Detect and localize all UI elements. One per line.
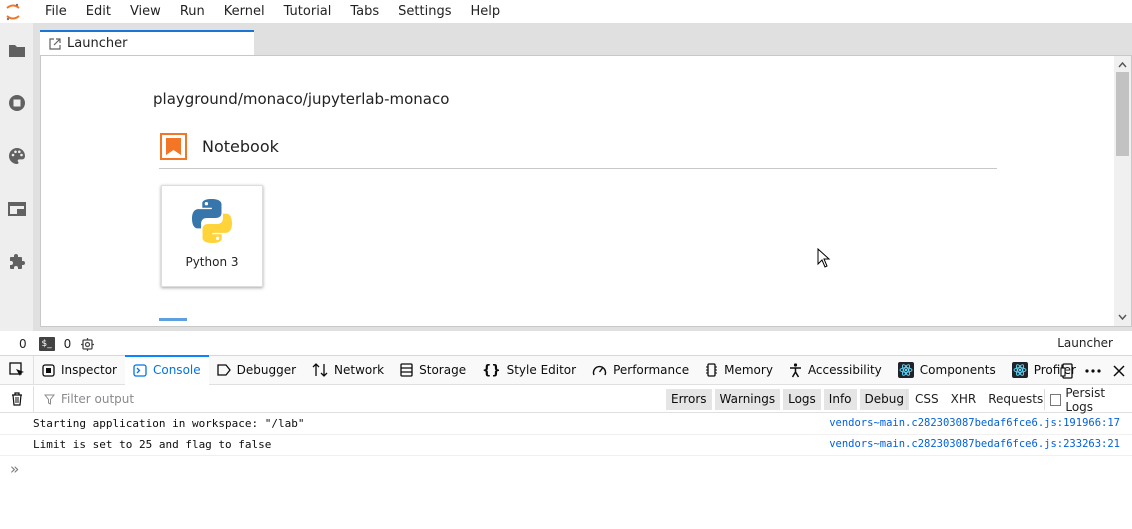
devtools-toolbar-end — [1054, 356, 1132, 385]
terminal-icon[interactable]: $_ — [38, 337, 55, 351]
scrollbar-thumb[interactable] — [1116, 72, 1129, 156]
python-logo-icon — [192, 199, 232, 243]
filter-css[interactable]: CSS — [909, 389, 945, 410]
filter-errors[interactable]: Errors — [666, 389, 712, 410]
tab-label: Launcher — [67, 36, 128, 51]
kernel-card-label: Python 3 — [185, 255, 239, 269]
menu-run[interactable]: Run — [170, 0, 214, 23]
menubar: File Edit View Run Kernel Tutorial Tabs … — [0, 0, 1132, 23]
launch-icon — [49, 37, 61, 50]
menu-settings[interactable]: Settings — [388, 0, 460, 23]
category-filters: CSS XHR Requests — [906, 389, 1049, 410]
tab-memory[interactable]: Memory — [697, 356, 781, 385]
tab-debugger[interactable]: Debugger — [209, 356, 304, 385]
react-profiler-icon — [1011, 362, 1028, 378]
storage-icon — [400, 363, 413, 377]
filter-requests[interactable]: Requests — [982, 389, 1049, 410]
tab-inspector[interactable]: Inspector — [34, 356, 125, 385]
tab-console[interactable]: Console — [124, 354, 209, 385]
launcher-cwd: playground/monaco/jupyterlab-monaco — [153, 90, 450, 108]
more-options-icon[interactable] — [1080, 356, 1106, 385]
status-current-activity: Launcher — [1057, 336, 1113, 350]
persist-logs-toggle[interactable]: Persist Logs — [1044, 386, 1132, 414]
console-icon — [133, 363, 147, 377]
filter-debug[interactable]: Debug — [859, 389, 909, 410]
folder-icon[interactable] — [7, 40, 27, 60]
notebook-icon — [160, 133, 187, 160]
message-source-link[interactable]: vendors~main.c282303087bedaf6fce6.js:191… — [829, 417, 1120, 429]
section-divider — [159, 168, 997, 169]
menu-tutorial[interactable]: Tutorial — [274, 0, 341, 23]
message-source-link[interactable]: vendors~main.c282303087bedaf6fce6.js:233… — [829, 438, 1120, 450]
devtools-toolbar: Inspector Console Debugger Network Stora… — [0, 354, 1132, 385]
filter-icon — [44, 394, 55, 405]
memory-icon — [706, 363, 718, 377]
responsive-design-icon[interactable] — [1054, 356, 1080, 385]
console-input-prompt[interactable]: » — [10, 460, 19, 478]
element-picker-icon[interactable] — [0, 355, 34, 385]
main-dock-area: Launcher playground/monaco/jupyterlab-mo… — [33, 23, 1132, 331]
devtools-panel: Inspector Console Debugger Network Stora… — [0, 354, 1132, 529]
performance-icon — [592, 365, 607, 375]
react-components-icon — [897, 362, 914, 378]
status-bar: 0 $_ 0 Launcher — [0, 334, 1132, 354]
menu-kernel[interactable]: Kernel — [214, 0, 274, 23]
status-count[interactable]: 0 — [19, 337, 27, 351]
vertical-scrollbar[interactable] — [1114, 56, 1131, 326]
style-editor-icon: {} — [482, 362, 501, 378]
extension-icon[interactable] — [7, 252, 27, 272]
menu-tabs[interactable]: Tabs — [340, 0, 388, 23]
persist-logs-checkbox[interactable] — [1050, 393, 1062, 406]
filter-logs[interactable]: Logs — [783, 389, 821, 410]
tabs-icon[interactable] — [7, 199, 27, 219]
scroll-down-icon[interactable] — [1118, 313, 1127, 322]
scroll-up-icon[interactable] — [1118, 60, 1127, 69]
filter-output-input[interactable]: Filter output — [44, 392, 134, 406]
filter-xhr[interactable]: XHR — [945, 389, 983, 410]
console-message: Limit is set to 25 and flag to false ven… — [0, 435, 1132, 456]
tab-network[interactable]: Network — [304, 356, 392, 385]
network-icon — [312, 363, 328, 377]
next-section-icon — [159, 318, 187, 321]
app-root: File Edit View Run Kernel Tutorial Tabs … — [0, 0, 1132, 529]
left-sidebar — [0, 23, 33, 331]
log-level-filters: Errors Warnings Logs Info Debug — [666, 389, 912, 410]
kernel-status-icon[interactable] — [81, 337, 95, 351]
tab-style-editor[interactable]: {} Style Editor — [474, 356, 584, 385]
filter-info[interactable]: Info — [823, 389, 857, 410]
palette-icon[interactable] — [7, 146, 27, 166]
jupyter-logo-icon — [0, 0, 33, 23]
accessibility-icon — [789, 362, 801, 377]
tab-storage[interactable]: Storage — [392, 356, 474, 385]
filter-warnings[interactable]: Warnings — [714, 389, 781, 410]
tab-accessibility[interactable]: Accessibility — [781, 356, 890, 385]
kernel-card-python3[interactable]: Python 3 — [161, 185, 263, 287]
inspector-icon — [42, 363, 55, 377]
kernel-count[interactable]: 0 — [64, 337, 72, 351]
running-sessions-icon[interactable] — [7, 93, 27, 113]
mouse-cursor-icon — [817, 248, 831, 268]
menu-view[interactable]: View — [120, 0, 170, 23]
tab-launcher[interactable]: Launcher — [40, 30, 254, 55]
menu-edit[interactable]: Edit — [76, 0, 120, 23]
console-filter-bar: Filter output Errors Warnings Logs Info … — [0, 385, 1132, 414]
launcher-panel: playground/monaco/jupyterlab-monaco Note… — [40, 55, 1132, 327]
console-message: Starting application in workspace: "/lab… — [0, 414, 1132, 435]
debugger-icon — [216, 364, 231, 376]
clear-console-icon[interactable] — [0, 385, 34, 413]
menu-file[interactable]: File — [33, 0, 76, 23]
close-icon[interactable] — [1106, 356, 1132, 385]
notebook-section-header: Notebook — [160, 133, 279, 160]
section-title: Notebook — [202, 137, 279, 156]
tab-components[interactable]: Components — [890, 356, 1004, 385]
tab-performance[interactable]: Performance — [584, 356, 697, 385]
menu-help[interactable]: Help — [461, 0, 510, 23]
